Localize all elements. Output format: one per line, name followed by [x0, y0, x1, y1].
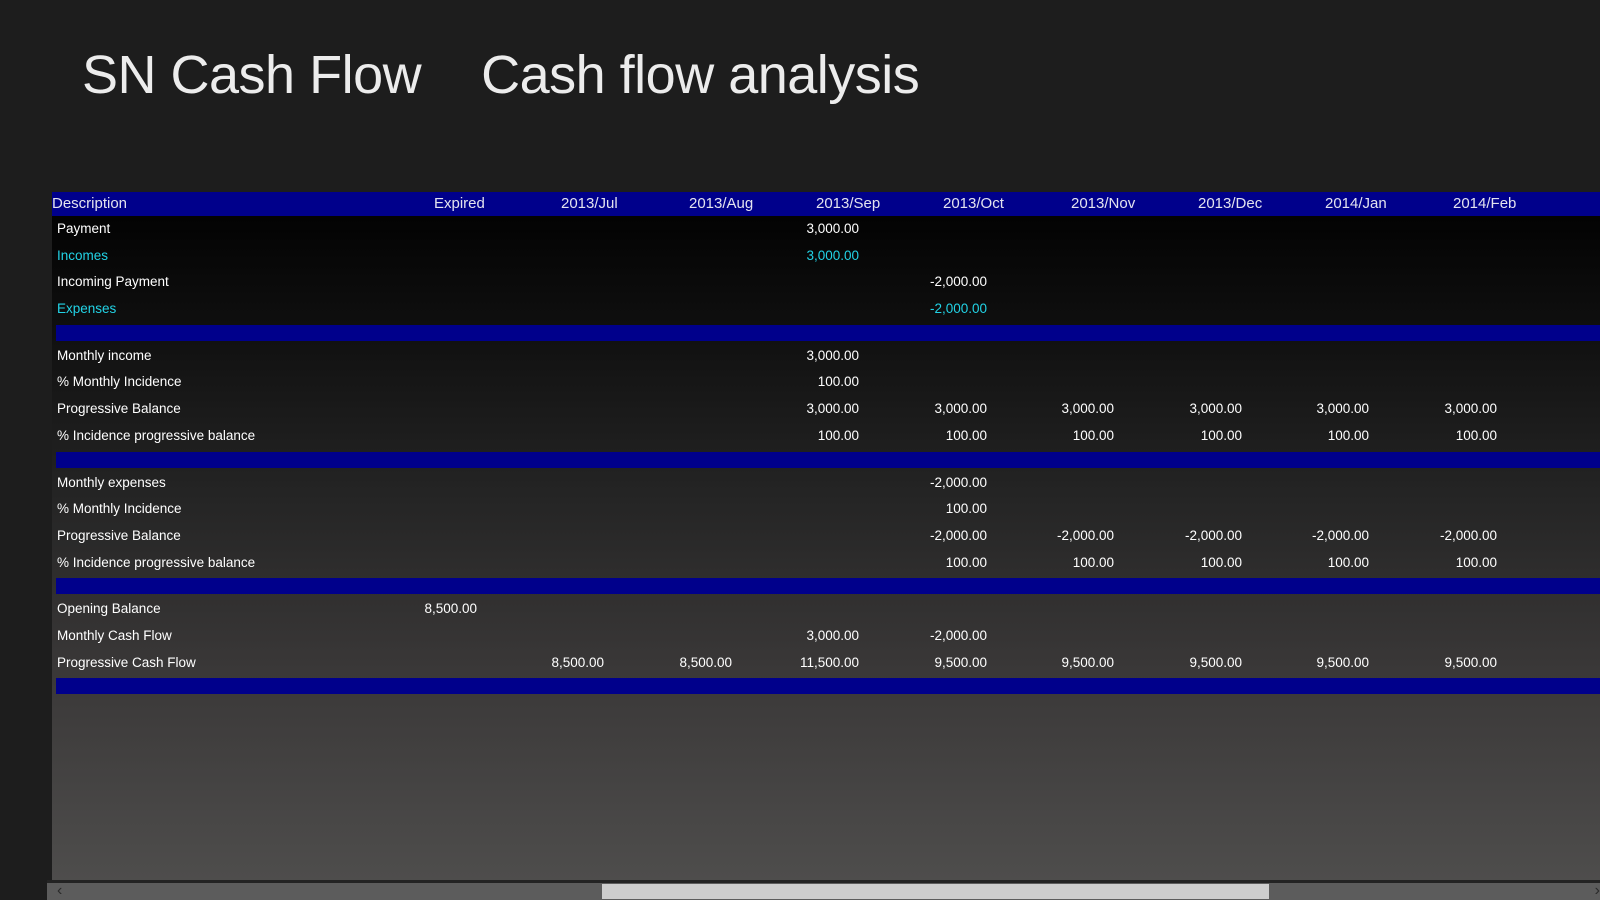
column-header-2013-dec[interactable]: 2013/Dec [1198, 192, 1262, 216]
cell-value: 100.00 [1072, 554, 1114, 570]
column-header-expired[interactable]: Expired [434, 192, 485, 216]
row-description: Opening Balance [57, 601, 161, 617]
page-title: Cash flow analysis [481, 45, 920, 105]
table-row[interactable]: Progressive Balance -2,000.00 -2,000.00 -2,… [52, 523, 1600, 550]
cell-value: 100.00 [1455, 427, 1497, 443]
table-row[interactable]: Opening Balance 8,500.00 [52, 596, 1600, 623]
cell-value: 9,500.00 [1061, 654, 1114, 670]
horizontal-scrollbar[interactable]: ‹ › [47, 882, 1600, 900]
row-description: % Monthly Incidence [57, 374, 182, 390]
cell-value: -2,000.00 [929, 527, 987, 543]
cell-value: -2,000.00 [929, 474, 987, 490]
row-description: Expenses [57, 301, 117, 317]
grid-section: Monthly expenses -2,000.00 % Monthly Incid… [52, 470, 1600, 577]
scrollbar-thumb[interactable] [602, 884, 1269, 899]
chevron-left-icon[interactable]: ‹ [57, 882, 62, 899]
column-header-2014-jan[interactable]: 2014/Jan [1325, 192, 1387, 216]
cell-value: 3,000.00 [934, 401, 987, 417]
cell-value: 3,000.00 [1444, 401, 1497, 417]
column-header-2014-feb[interactable]: 2014/Feb [1453, 192, 1516, 216]
cell-value: 3,000.00 [806, 627, 859, 643]
section-separator [56, 678, 1600, 695]
cell-value: -2,000.00 [1311, 527, 1369, 543]
cell-value: 3,000.00 [806, 401, 859, 417]
title-bar: SN Cash Flow Cash flow analysis [82, 44, 920, 106]
cash-flow-grid: Description Expired 2013/Jul 2013/Aug 2013/S… [52, 192, 1600, 880]
cell-value: 100.00 [1327, 427, 1369, 443]
row-description: Monthly Cash Flow [57, 627, 172, 643]
cell-value: 8,500.00 [424, 601, 477, 617]
cell-value: -2,000.00 [1056, 527, 1114, 543]
section-separator [56, 451, 1600, 468]
table-row[interactable]: Progressive Balance 3,000.00 3,000.00 3,000… [52, 396, 1600, 423]
cell-value: -2,000.00 [929, 627, 987, 643]
cell-value: 100.00 [817, 427, 859, 443]
cell-value: 11,500.00 [799, 654, 859, 670]
cell-value: -2,000.00 [1439, 527, 1497, 543]
row-description: % Incidence progressive balance [57, 554, 256, 570]
table-row[interactable]: Progressive Cash Flow 8,500.00 8,500.00 11,… [52, 650, 1600, 677]
row-description: Incoming Payment [57, 274, 169, 290]
cell-value: 100.00 [1200, 554, 1242, 570]
column-header-2013-sep[interactable]: 2013/Sep [816, 192, 880, 216]
cell-value: 9,500.00 [1444, 654, 1497, 670]
cell-value: 100.00 [945, 554, 987, 570]
chevron-right-icon[interactable]: › [1595, 882, 1600, 899]
cell-value: 8,500.00 [679, 654, 732, 670]
row-description: Payment [57, 221, 111, 236]
row-description: Monthly income [57, 347, 152, 363]
cell-value: 3,000.00 [1316, 401, 1369, 417]
row-description: % Monthly Incidence [57, 501, 182, 517]
column-header-2013-jul[interactable]: 2013/Jul [561, 192, 618, 216]
column-header-2013-nov[interactable]: 2013/Nov [1071, 192, 1135, 216]
row-description: Progressive Balance [57, 527, 181, 543]
row-description: Incomes [57, 247, 109, 263]
column-header-2013-aug[interactable]: 2013/Aug [689, 192, 753, 216]
table-row[interactable]: Payment 3,000.00 [52, 216, 1600, 243]
column-header-2013-oct[interactable]: 2013/Oct [943, 192, 1004, 216]
grid-section: Payment 3,000.00 Incomes 3,000.00 Incoming P… [52, 216, 1600, 323]
table-row[interactable]: % Monthly Incidence 100.00 [52, 496, 1600, 523]
cell-value: 9,500.00 [934, 654, 987, 670]
table-row[interactable]: Incomes 3,000.00 [52, 243, 1600, 270]
cell-value: 100.00 [1200, 427, 1242, 443]
table-row[interactable]: Incoming Payment -2,000.00 [52, 269, 1600, 296]
cell-value: 8,500.00 [551, 654, 604, 670]
cell-value: 100.00 [945, 501, 987, 517]
cell-value: 100.00 [1455, 554, 1497, 570]
table-row[interactable]: Monthly expenses -2,000.00 [52, 470, 1600, 497]
grid-header-row: Description Expired 2013/Jul 2013/Aug 2013/S… [52, 192, 1600, 216]
cell-value: 3,000.00 [1189, 401, 1242, 417]
cell-value: 100.00 [945, 427, 987, 443]
cell-value: 100.00 [1327, 554, 1369, 570]
cell-value: 3,000.00 [806, 247, 859, 263]
cell-value: 3,000.00 [1061, 401, 1114, 417]
grid-section: Monthly income 3,000.00 % Monthly Incidenc… [52, 343, 1600, 450]
row-description: Monthly expenses [57, 474, 166, 490]
table-row[interactable]: % Monthly Incidence 100.00 [52, 369, 1600, 396]
section-separator [56, 324, 1600, 341]
cell-value: 3,000.00 [806, 347, 859, 363]
cell-value: 100.00 [1072, 427, 1114, 443]
cell-value: -2,000.00 [929, 301, 987, 317]
table-row[interactable]: Monthly Cash Flow 3,000.00 -2,000.00 [52, 623, 1600, 650]
cell-value: 9,500.00 [1316, 654, 1369, 670]
table-row[interactable]: % Incidence progressive balance 100.00 100… [52, 423, 1600, 450]
row-description: Progressive Balance [57, 401, 181, 417]
cell-value: -2,000.00 [1184, 527, 1242, 543]
section-separator [56, 578, 1600, 595]
table-row[interactable]: Expenses -2,000.00 [52, 296, 1600, 323]
cell-value: 3,000.00 [806, 221, 859, 236]
app-title: SN Cash Flow [82, 45, 422, 105]
row-description: Progressive Cash Flow [57, 654, 196, 670]
table-row[interactable]: % Incidence progressive balance 100.00 100… [52, 550, 1600, 577]
cell-value: 9,500.00 [1189, 654, 1242, 670]
table-row[interactable]: Monthly income 3,000.00 [52, 343, 1600, 370]
cell-value: 100.00 [817, 374, 859, 390]
cell-value: -2,000.00 [929, 274, 987, 290]
row-description: % Incidence progressive balance [57, 427, 256, 443]
column-header-description[interactable]: Description [52, 192, 127, 216]
grid-body: Payment 3,000.00 Incomes 3,000.00 Incoming P… [52, 216, 1600, 695]
grid-section: Opening Balance 8,500.00 Monthly Cash Flow… [52, 596, 1600, 676]
